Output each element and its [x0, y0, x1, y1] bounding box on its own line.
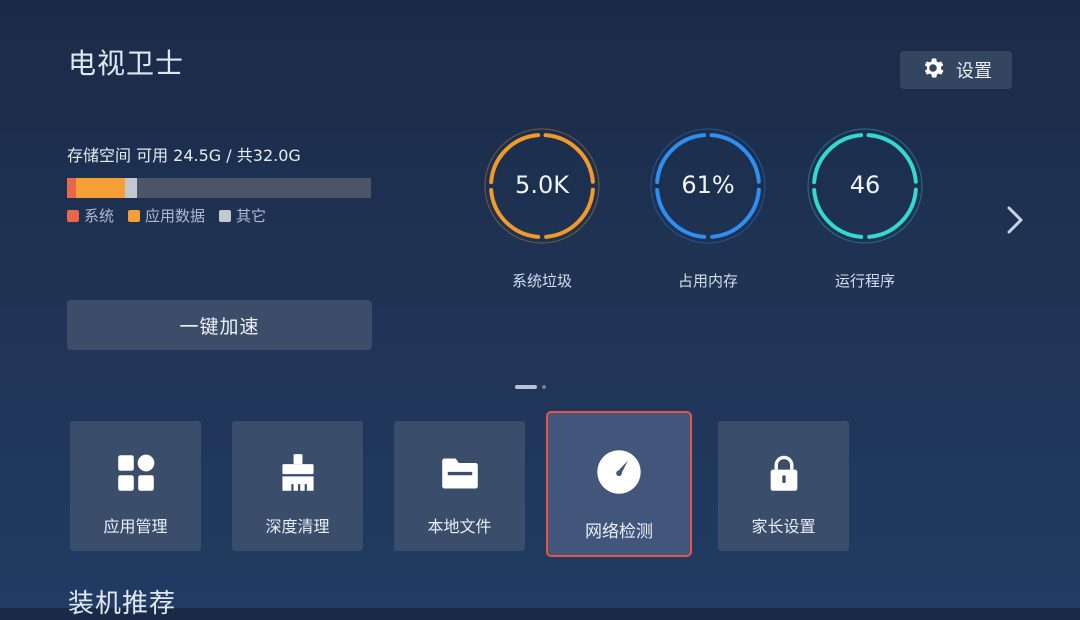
stat-value: 5.0K [515, 171, 569, 199]
lock-icon [764, 453, 804, 493]
chevron-right-icon[interactable] [1004, 204, 1026, 236]
legend-item: 应用数据 [128, 205, 205, 226]
stat-label: 占用内存 [677, 272, 738, 290]
tool-label: 家长设置 [751, 517, 816, 536]
app-title: 电视卫士 [68, 47, 185, 80]
tool-label: 深度清理 [265, 517, 330, 536]
tool-label: 本地文件 [427, 517, 492, 536]
tool-tile-folder[interactable]: 本地文件 [394, 421, 525, 551]
legend-swatch [128, 209, 141, 222]
legend-label: 应用数据 [145, 207, 206, 225]
tool-tile-lock[interactable]: 家长设置 [718, 421, 849, 551]
settings-button[interactable]: 设置 [900, 51, 1012, 89]
storage-bar [67, 178, 371, 198]
tool-tile-app-grid[interactable]: 应用管理 [70, 421, 201, 551]
legend-item: 系统 [67, 205, 114, 226]
stat-label: 运行程序 [834, 272, 895, 290]
recommend-section-title: 装机推荐 [68, 589, 177, 619]
storage-segment [124, 178, 137, 198]
brush-icon [278, 453, 318, 493]
legend-label: 系统 [84, 207, 115, 225]
tool-label: 网络检测 [585, 522, 653, 542]
legend-label: 其它 [236, 207, 267, 225]
storage-segment [76, 178, 125, 198]
stat-label: 系统垃圾 [511, 272, 572, 290]
storage-label: 存储空间 可用 24.5G / 共32.0G [67, 146, 301, 165]
settings-label: 设置 [956, 61, 992, 82]
legend-swatch [67, 209, 79, 222]
tool-tile-speedometer[interactable]: 网络检测 [546, 411, 692, 557]
tool-label: 应用管理 [103, 517, 168, 536]
boost-button[interactable]: 一键加速 [67, 300, 372, 350]
folder-icon [440, 453, 480, 493]
page-indicator [515, 385, 546, 389]
stat-value: 61% [681, 171, 735, 199]
legend-swatch [219, 209, 232, 222]
gear-icon [920, 55, 946, 86]
page-dot [515, 385, 537, 389]
storage-legend: 系统 应用数据 其它 [67, 205, 266, 226]
stat-value: 46 [849, 171, 881, 199]
page-dot [542, 385, 546, 389]
storage-segment [67, 178, 77, 198]
speedometer-icon [596, 449, 642, 495]
tool-tile-brush[interactable]: 深度清理 [232, 421, 363, 551]
app-grid-icon [116, 453, 156, 493]
legend-item: 其它 [219, 205, 266, 226]
